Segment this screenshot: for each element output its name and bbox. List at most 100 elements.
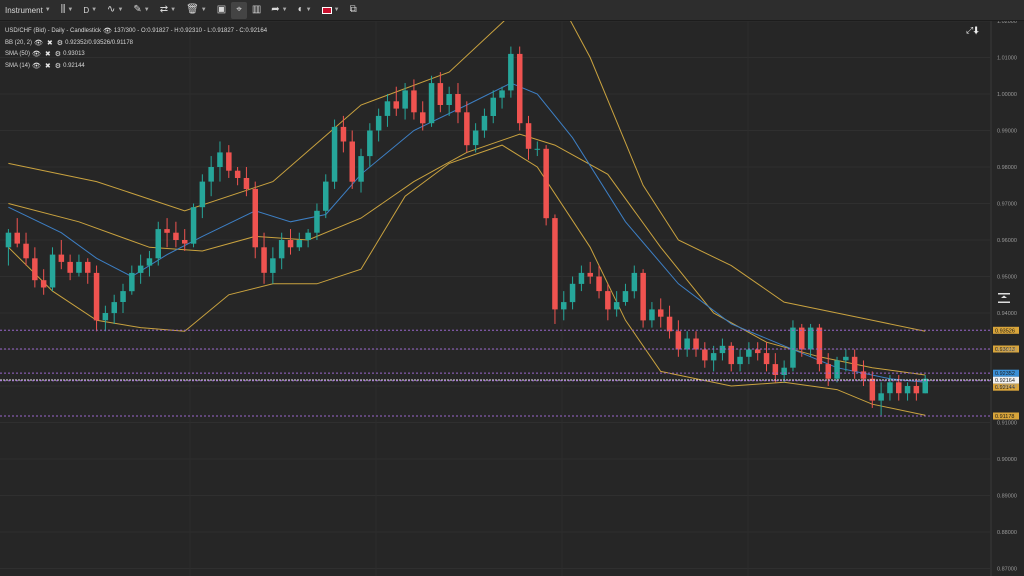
price-tag-label: 0.91178	[995, 414, 1014, 420]
candle-body	[190, 207, 197, 244]
candle-body	[851, 356, 858, 372]
close-icon[interactable]: ✖	[45, 49, 51, 61]
gear-icon[interactable]: ⚙	[55, 49, 61, 61]
candle-body	[208, 167, 214, 182]
indicator-value: 0.92352/0.93526/0.91178	[65, 39, 134, 46]
chart-type-selector[interactable]: ⫼ ▼	[56, 0, 79, 21]
candle-body	[631, 272, 638, 292]
candle-body	[129, 272, 135, 292]
close-icon[interactable]: ✖	[47, 38, 53, 50]
candle-body	[825, 364, 831, 379]
bar-range: 137/300	[113, 28, 136, 34]
bar-chart-icon: ▥	[251, 4, 262, 15]
price-chart[interactable]: 0.935260.930130.923520.921640.921440.911…	[0, 21, 1024, 576]
instrument-selector[interactable]: Instrument ▼	[0, 0, 56, 21]
candle-body	[534, 148, 541, 150]
candle-body	[799, 327, 805, 350]
line-tool-icon: ⇄	[159, 4, 169, 15]
candle-body	[393, 101, 399, 109]
candle-body	[913, 386, 920, 394]
candle-body	[340, 126, 347, 142]
y-tick-label: 1.01000	[997, 56, 1017, 62]
popout-button[interactable]: ⧉	[345, 0, 362, 21]
language-button[interactable]: ▼	[317, 0, 345, 21]
candle-body	[428, 83, 435, 124]
candle-body	[58, 254, 65, 262]
candle-body	[710, 353, 717, 361]
candle-body	[649, 309, 655, 321]
candle-body	[67, 261, 73, 273]
candle-body	[384, 101, 391, 116]
candle-body	[561, 302, 567, 310]
timeframe-selector[interactable]: D ▼	[78, 0, 102, 21]
candle-body	[375, 115, 382, 131]
chart-style-button[interactable]: ▥	[247, 0, 266, 21]
chevron-down-icon: ▼	[117, 7, 124, 13]
y-tick-label: 0.98000	[997, 165, 1017, 171]
drawing-tools-button[interactable]: ✎ ▼	[128, 0, 154, 21]
candle-body	[737, 356, 743, 365]
palette-icon: ◐	[297, 4, 304, 15]
chevron-down-icon: ▼	[91, 7, 98, 13]
indicators-button[interactable]: ∿ ▼	[102, 0, 128, 21]
eye-icon[interactable]: 👁	[32, 49, 41, 61]
candle-body	[860, 371, 867, 379]
chevron-down-icon: ▼	[281, 7, 288, 13]
delete-button[interactable]: 🗑 ▼	[181, 0, 212, 21]
chevron-down-icon: ▼	[67, 7, 74, 13]
eye-icon[interactable]: 👁	[32, 61, 41, 73]
chart-legend: USD/CHF (Bid) - Daily - Candlestick 👁 13…	[5, 26, 267, 72]
candle-body	[543, 148, 549, 219]
trash-icon: 🗑	[186, 4, 199, 15]
indicator-sma50: SMA (50) 👁 ✖ ⚙ 0.93013	[5, 49, 267, 61]
candle-body	[234, 170, 241, 178]
candle-body	[869, 378, 876, 401]
candle-body	[455, 94, 461, 113]
candle-body	[173, 232, 179, 240]
chevron-down-icon: ▼	[44, 7, 51, 13]
candle-body	[137, 265, 144, 273]
candle-body	[226, 152, 232, 171]
candle-body	[622, 291, 629, 302]
gear-icon[interactable]: ⚙	[57, 38, 63, 50]
share-button[interactable]: ➦ ▼	[266, 0, 292, 21]
y-tick-label: 0.89000	[997, 494, 1017, 500]
candle-body	[287, 240, 294, 248]
candle-body	[314, 210, 320, 233]
fit-to-screen-button[interactable]	[998, 293, 1010, 303]
eye-icon[interactable]: 👁	[34, 38, 43, 50]
candle-body	[878, 393, 884, 401]
candle-body	[102, 313, 109, 321]
bb-middle-line	[8, 133, 926, 376]
candle-body	[243, 178, 250, 189]
candle-body	[904, 386, 911, 394]
candle-body	[146, 258, 153, 266]
candle-body	[499, 90, 505, 98]
candle-body	[411, 90, 417, 113]
chevron-down-icon: ▼	[170, 7, 177, 13]
candle-body	[746, 349, 752, 357]
candle-body	[217, 152, 223, 167]
line-tools-button[interactable]: ⇄ ▼	[155, 0, 181, 21]
eye-icon[interactable]: 👁	[103, 26, 112, 38]
candle-body	[684, 338, 690, 350]
candle-body	[605, 291, 611, 310]
theme-button[interactable]: ◐ ▼	[293, 0, 317, 21]
indicator-value: 0.93013	[63, 51, 85, 57]
candle-body	[517, 53, 523, 124]
uk-flag-icon	[321, 6, 332, 14]
close-icon[interactable]: ✖	[45, 61, 51, 73]
candle-body	[702, 349, 708, 361]
share-icon: ➦	[271, 4, 280, 15]
layout-button[interactable]: ▣	[212, 0, 231, 21]
indicator-icon: ∿	[107, 4, 116, 15]
crosshair-button[interactable]: ⌖	[231, 1, 247, 19]
gear-icon[interactable]: ⚙	[55, 61, 61, 73]
fullscreen-button[interactable]: ⤢⬇	[966, 25, 979, 36]
candle-body	[525, 123, 532, 149]
price-tag-label: 0.93526	[995, 328, 1015, 334]
y-tick-label: 0.99000	[997, 129, 1017, 135]
candle-body	[367, 130, 373, 157]
chevron-down-icon: ▼	[143, 7, 150, 13]
indicator-bb: BB (20, 2) 👁 ✖ ⚙ 0.92352/0.93526/0.91178	[5, 38, 267, 50]
